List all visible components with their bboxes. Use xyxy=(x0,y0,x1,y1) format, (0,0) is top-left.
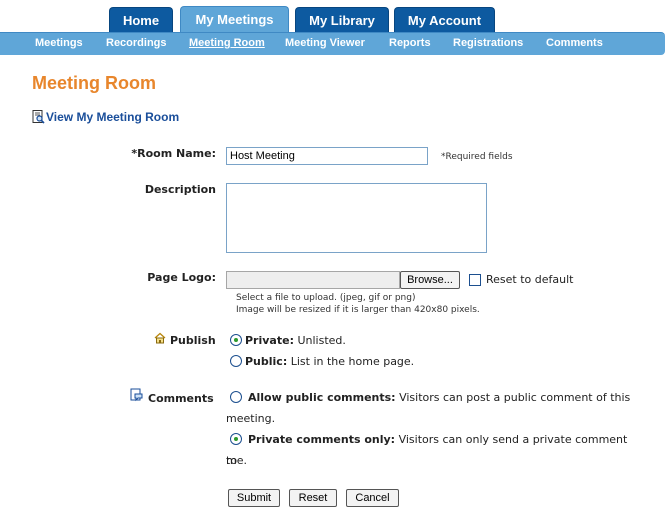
allow-public-comments-bold: Allow public comments: xyxy=(248,391,396,404)
room-name-input[interactable] xyxy=(226,147,428,165)
comment-page-icon xyxy=(130,388,143,402)
publish-private-bold: Private: xyxy=(245,334,294,347)
publish-private-text: Private: Unlisted. xyxy=(245,330,346,351)
reset-to-default-checkbox[interactable] xyxy=(469,274,481,286)
logo-file-path-field[interactable] xyxy=(226,271,400,289)
private-comments-only-text: Private comments only: Visitors can only… xyxy=(226,429,636,471)
publish-public-text: Public: List in the home page. xyxy=(245,351,414,372)
tab-my-account-label: My Account xyxy=(407,12,482,28)
subnav-meeting-room[interactable]: Meeting Room xyxy=(189,37,265,49)
view-meeting-room-link[interactable]: View My Meeting Room xyxy=(32,110,179,124)
tab-home[interactable]: Home xyxy=(109,7,173,32)
page-logo-label: Page Logo: xyxy=(147,271,216,284)
document-magnifier-icon xyxy=(32,110,45,124)
upload-note-formats: Select a file to upload. (jpeg, gif or p… xyxy=(236,293,416,303)
tab-my-library-label: My Library xyxy=(309,12,375,28)
room-name-label: *Room Name: xyxy=(131,147,216,160)
tab-home-label: Home xyxy=(122,12,160,28)
tab-my-library[interactable]: My Library xyxy=(295,7,389,32)
tab-my-account[interactable]: My Account xyxy=(394,7,495,32)
submit-button[interactable]: Submit xyxy=(228,489,280,507)
subnav-recordings[interactable]: Recordings xyxy=(106,37,167,49)
tab-my-meetings[interactable]: My Meetings xyxy=(180,6,289,32)
view-meeting-room-label: View My Meeting Room xyxy=(46,110,180,124)
subnav-comments[interactable]: Comments xyxy=(546,37,603,49)
required-fields-note: *Required fields xyxy=(441,152,513,162)
private-comments-only-desc-2: me. xyxy=(226,454,247,467)
comments-label: Comments xyxy=(148,392,214,405)
allow-public-comments-desc-2: meeting. xyxy=(226,412,276,425)
subnav-registrations[interactable]: Registrations xyxy=(453,37,523,49)
browse-button[interactable]: Browse... xyxy=(400,271,460,289)
allow-public-comments-text: Allow public comments: Visitors can post… xyxy=(226,387,636,408)
publish-private-desc: Unlisted. xyxy=(297,334,346,347)
reset-to-default-label: Reset to default xyxy=(486,273,574,286)
house-icon xyxy=(154,332,166,344)
private-comments-only-bold: Private comments only: xyxy=(248,433,396,446)
publish-public-radio[interactable] xyxy=(230,355,242,367)
publish-label: Publish xyxy=(170,334,216,347)
allow-public-comments-desc-1: Visitors can post a public comment of th… xyxy=(399,391,631,404)
subnav-meeting-viewer[interactable]: Meeting Viewer xyxy=(285,37,365,49)
description-textarea[interactable] xyxy=(226,183,487,253)
page-title: Meeting Room xyxy=(32,73,156,93)
publish-private-radio[interactable] xyxy=(230,334,242,346)
publish-public-desc: List in the home page. xyxy=(290,355,415,368)
subnav-meetings[interactable]: Meetings xyxy=(35,37,83,49)
cancel-button[interactable]: Cancel xyxy=(346,489,399,507)
sub-navigation: Meetings Recordings Meeting Room Meeting… xyxy=(0,32,665,55)
description-label: Description xyxy=(144,183,216,196)
subnav-reports[interactable]: Reports xyxy=(389,37,431,49)
tab-my-meetings-label: My Meetings xyxy=(195,12,274,27)
upload-note-resize: Image will be resized if it is larger th… xyxy=(236,305,480,315)
reset-button[interactable]: Reset xyxy=(289,489,337,507)
publish-public-bold: Public: xyxy=(245,355,288,368)
